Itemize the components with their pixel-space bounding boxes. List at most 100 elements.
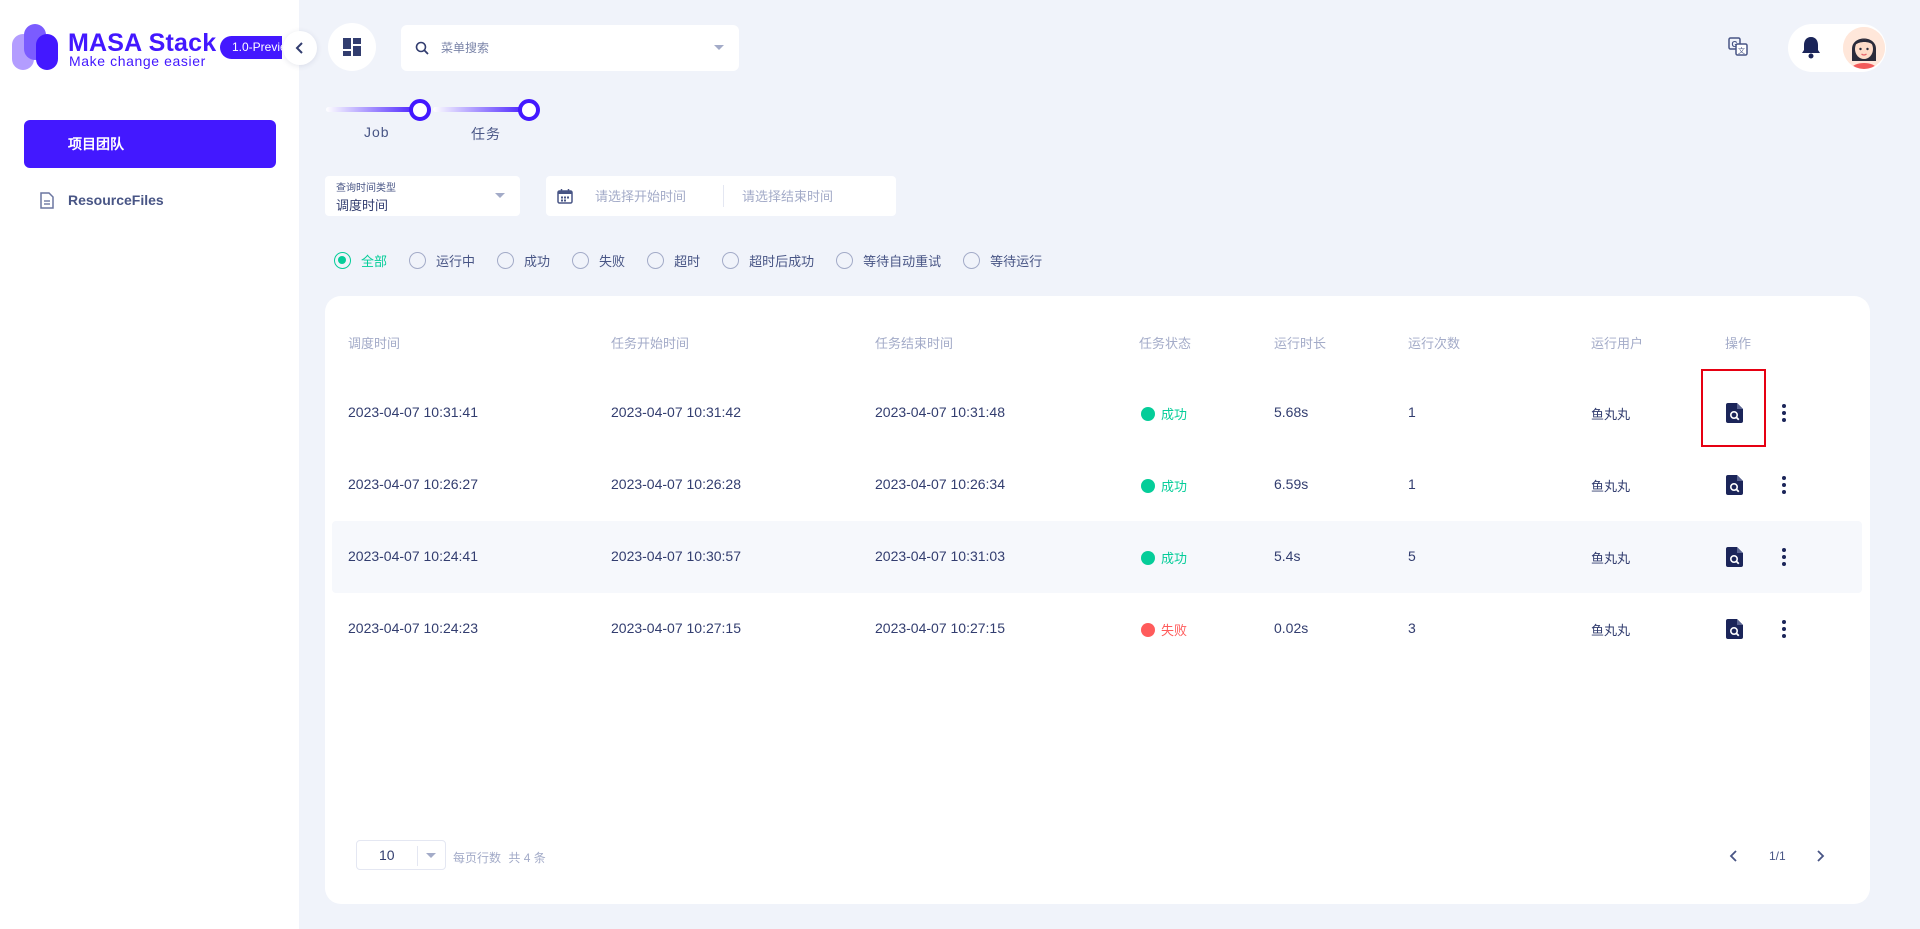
view-log-button[interactable] (1723, 473, 1747, 497)
status-radio-all[interactable]: 全部 (334, 251, 387, 270)
collapse-sidebar-button[interactable] (283, 31, 317, 65)
status-text: 成功 (1161, 479, 1188, 494)
status-radio-running[interactable]: 运行中 (409, 251, 475, 270)
search-icon (415, 41, 429, 55)
chevron-right-icon[interactable] (1812, 846, 1828, 866)
cell-run-count: 1 (1408, 404, 1416, 420)
cell-run-user: 鱼丸丸 (1591, 623, 1631, 638)
step-label-job: Job (364, 124, 390, 140)
status-radio-label: 成功 (524, 253, 551, 269)
stepper-track-1 (326, 107, 420, 112)
menu-search-input[interactable] (441, 41, 713, 55)
menu-search[interactable] (401, 25, 739, 71)
date-separator (723, 185, 724, 207)
status-radio-label: 等待自动重试 (863, 253, 942, 269)
step-task[interactable] (518, 99, 540, 121)
status-radio-waiting-run[interactable]: 等待运行 (963, 251, 1042, 270)
table-row: 2023-04-07 10:31:41 2023-04-07 10:31:42 … (332, 377, 1862, 449)
status-dot (1141, 622, 1155, 637)
cell-run-user: 鱼丸丸 (1591, 551, 1631, 566)
cell-start-time: 2023-04-07 10:26:28 (611, 476, 741, 492)
cell-schedule-time: 2023-04-07 10:26:27 (348, 476, 478, 492)
radio-ring (647, 251, 665, 269)
radio-ring (334, 251, 351, 269)
dashboard-button[interactable] (328, 23, 376, 71)
column-header-status[interactable]: 任务状态 (1139, 333, 1191, 352)
rows-per-page-select[interactable]: 10 (356, 840, 446, 870)
status-radio-label: 超时 (674, 253, 701, 269)
column-header-end-time[interactable]: 任务结束时间 (875, 333, 953, 352)
column-header-run-count[interactable]: 运行次数 (1408, 333, 1460, 352)
view-log-button[interactable] (1723, 545, 1747, 569)
masa-logo (12, 24, 58, 70)
status-radio-label: 全部 (361, 253, 388, 269)
more-vertical-icon (1782, 548, 1786, 566)
dashboard-icon (343, 38, 361, 56)
status-dot (1141, 406, 1155, 421)
more-actions-button[interactable] (1774, 617, 1794, 641)
status-badge: 成功 (1141, 476, 1187, 495)
status-radio-success[interactable]: 成功 (497, 251, 550, 270)
status-radio-waiting-retry[interactable]: 等待自动重试 (836, 251, 941, 270)
cell-run-count: 1 (1408, 476, 1416, 492)
status-radio-timeout-success[interactable]: 超时后成功 (722, 251, 814, 270)
column-header-run-user[interactable]: 运行用户 (1591, 333, 1643, 352)
highlight-box (1701, 369, 1766, 447)
column-header-start-time[interactable]: 任务开始时间 (611, 333, 689, 352)
step-job[interactable] (409, 99, 431, 121)
file-icon (40, 191, 54, 209)
select-divider (417, 846, 418, 866)
chevron-left-icon (295, 42, 303, 54)
radio-ring (497, 251, 515, 269)
more-actions-button[interactable] (1774, 473, 1794, 497)
column-header-schedule-time[interactable]: 调度时间 (348, 333, 400, 352)
cell-start-time: 2023-04-07 10:31:42 (611, 404, 741, 420)
end-time-input[interactable] (742, 188, 862, 204)
svg-text:文: 文 (1738, 46, 1745, 55)
sidebar-item-resourcefiles[interactable]: ResourceFiles (24, 184, 276, 216)
file-search-icon (1726, 619, 1743, 639)
page-indicator: 1/1 (1769, 849, 1786, 863)
cell-run-count: 5 (1408, 548, 1416, 564)
cell-start-time: 2023-04-07 10:30:57 (611, 548, 741, 564)
radio-ring (722, 251, 740, 269)
calendar-icon[interactable] (557, 188, 573, 204)
column-header-actions: 操作 (1725, 336, 1752, 351)
radio-ring (572, 251, 590, 269)
status-text: 成功 (1161, 407, 1188, 422)
status-radio-label: 失败 (599, 253, 626, 269)
chevron-left-icon[interactable] (1726, 846, 1742, 866)
status-filter-group: 全部 运行中 成功 失败 超时 超时后成功 等待自动重试 等待运行 (334, 250, 1042, 270)
cell-duration: 5.4s (1274, 548, 1301, 564)
more-actions-button[interactable] (1774, 545, 1794, 569)
table-row: 2023-04-07 10:24:23 2023-04-07 10:27:15 … (332, 593, 1862, 665)
more-actions-button[interactable] (1774, 401, 1794, 425)
page-info: 每页行数 共 4 条 (453, 849, 546, 866)
status-radio-timeout[interactable]: 超时 (647, 251, 700, 270)
cell-run-count: 3 (1408, 620, 1416, 636)
chevron-down-icon[interactable] (713, 44, 725, 52)
view-log-button[interactable] (1723, 617, 1747, 641)
more-vertical-icon (1782, 620, 1786, 638)
cell-run-user: 鱼丸丸 (1591, 407, 1631, 422)
file-search-icon (1726, 475, 1743, 495)
brand-tagline: Make change easier (69, 53, 206, 69)
bell-icon[interactable] (1800, 35, 1822, 59)
avatar[interactable] (1843, 27, 1885, 69)
rows-per-page-label: 每页行数 (453, 851, 502, 865)
status-radio-failed[interactable]: 失败 (572, 251, 625, 270)
status-dot (1141, 478, 1155, 493)
cell-schedule-time: 2023-04-07 10:31:41 (348, 404, 478, 420)
cell-start-time: 2023-04-07 10:27:15 (611, 620, 741, 636)
translate-button[interactable]: G 文 (1726, 34, 1750, 58)
cell-end-time: 2023-04-07 10:31:48 (875, 404, 1005, 420)
column-header-duration[interactable]: 运行时长 (1274, 333, 1326, 352)
time-type-select[interactable]: 查询时间类型 调度时间 (325, 176, 520, 216)
date-range-picker[interactable] (546, 176, 896, 216)
sidebar-item-project-team[interactable]: 项目团队 (24, 120, 276, 168)
cell-duration: 6.59s (1274, 476, 1309, 492)
more-vertical-icon (1782, 476, 1786, 494)
sidebar: MASA Stack Make change easier 1.0-Previe… (0, 0, 299, 929)
start-time-input[interactable] (595, 188, 715, 204)
radio-ring (963, 251, 981, 269)
